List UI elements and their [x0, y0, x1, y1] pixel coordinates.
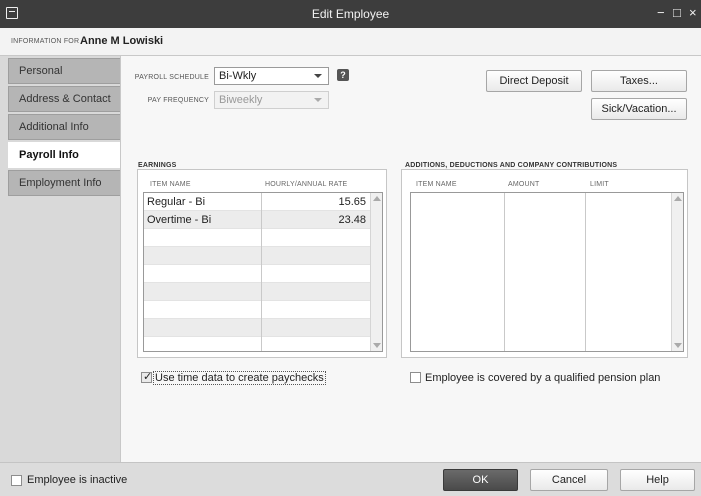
- pay-frequency-label: PAY FREQUENCY: [147, 97, 209, 104]
- sick-vacation-button[interactable]: Sick/Vacation...: [591, 98, 687, 120]
- scroll-down-icon[interactable]: [674, 343, 682, 348]
- column-divider: [504, 193, 505, 351]
- table-row[interactable]: Overtime - Bi 23.48: [144, 211, 370, 229]
- taxes-button[interactable]: Taxes...: [591, 70, 687, 92]
- pay-frequency-select: Biweekly: [214, 91, 329, 109]
- use-time-data-label[interactable]: Use time data to create paychecks: [153, 371, 326, 385]
- tab-address-contact[interactable]: Address & Contact: [8, 86, 120, 112]
- information-for-label: INFORMATION FOR: [11, 38, 80, 45]
- additions-col-item: ITEM NAME: [416, 181, 457, 188]
- earnings-title: EARNINGS: [138, 162, 177, 169]
- minimize-icon[interactable]: −: [657, 5, 665, 20]
- employee-inactive-checkbox[interactable]: [11, 475, 22, 486]
- earnings-grid: Regular - Bi 15.65 Overtime - Bi 23.48: [143, 192, 383, 352]
- use-time-data-checkbox[interactable]: [141, 370, 152, 383]
- help-button[interactable]: Help: [620, 469, 695, 491]
- tab-personal[interactable]: Personal: [8, 58, 120, 84]
- chevron-down-icon: [314, 74, 322, 78]
- earnings-item-cell[interactable]: Regular - Bi: [147, 196, 205, 208]
- table-row[interactable]: Regular - Bi 15.65: [144, 193, 370, 211]
- additions-scrollbar[interactable]: [671, 193, 683, 351]
- info-bar: INFORMATION FOR Anne M Lowiski: [0, 28, 701, 56]
- payroll-schedule-select[interactable]: Bi-Wkly: [214, 67, 329, 85]
- footer: Employee is inactive OK Cancel Help: [0, 462, 701, 496]
- table-row[interactable]: [144, 283, 370, 301]
- table-row[interactable]: [144, 301, 370, 319]
- window-title: Edit Employee: [311, 7, 390, 21]
- tab-payroll-info[interactable]: Payroll Info: [8, 142, 122, 168]
- earnings-scrollbar[interactable]: [370, 193, 382, 351]
- payroll-schedule-value: Bi-Wkly: [219, 70, 257, 82]
- ok-button[interactable]: OK: [443, 469, 518, 491]
- table-row[interactable]: [144, 229, 370, 247]
- chevron-down-icon: [314, 98, 322, 102]
- direct-deposit-button[interactable]: Direct Deposit: [486, 70, 582, 92]
- table-row[interactable]: [144, 265, 370, 283]
- pay-frequency-value: Biweekly: [219, 94, 263, 106]
- scroll-up-icon[interactable]: [373, 196, 381, 201]
- additions-col-limit: LIMIT: [590, 181, 609, 188]
- additions-grid[interactable]: [410, 192, 684, 352]
- pension-checkbox[interactable]: [410, 372, 421, 383]
- additions-panel: ITEM NAME AMOUNT LIMIT: [401, 169, 688, 358]
- title-bar: Edit Employee − □ ×: [0, 0, 701, 28]
- employee-inactive-label[interactable]: Employee is inactive: [27, 474, 127, 486]
- sidebar: Personal Address & Contact Additional In…: [0, 56, 122, 462]
- employee-name: Anne M Lowiski: [80, 35, 164, 47]
- earnings-rate-cell[interactable]: 15.65: [338, 196, 366, 208]
- earnings-col-item: ITEM NAME: [150, 181, 191, 188]
- earnings-col-rate: HOURLY/ANNUAL RATE: [265, 181, 348, 188]
- help-icon[interactable]: ?: [337, 69, 349, 81]
- cancel-button[interactable]: Cancel: [530, 469, 608, 491]
- table-row[interactable]: [144, 247, 370, 265]
- payroll-info-panel: PAYROLL SCHEDULE Bi-Wkly ? PAY FREQUENCY…: [120, 56, 701, 462]
- earnings-rate-cell[interactable]: 23.48: [338, 214, 366, 226]
- tab-employment-info[interactable]: Employment Info: [8, 170, 120, 196]
- earnings-panel: ITEM NAME HOURLY/ANNUAL RATE Regular - B…: [137, 169, 387, 358]
- additions-title: ADDITIONS, DEDUCTIONS AND COMPANY CONTRI…: [405, 162, 618, 169]
- additions-col-amount: AMOUNT: [508, 181, 540, 188]
- scroll-down-icon[interactable]: [373, 343, 381, 348]
- maximize-icon[interactable]: □: [673, 5, 681, 20]
- close-icon[interactable]: ×: [689, 5, 697, 20]
- column-divider: [261, 193, 262, 351]
- earnings-item-cell[interactable]: Overtime - Bi: [147, 214, 211, 226]
- table-row[interactable]: [144, 319, 370, 337]
- tab-additional-info[interactable]: Additional Info: [8, 114, 120, 140]
- payroll-schedule-label: PAYROLL SCHEDULE: [134, 74, 209, 81]
- pension-label[interactable]: Employee is covered by a qualified pensi…: [425, 372, 660, 384]
- column-divider: [585, 193, 586, 351]
- scroll-up-icon[interactable]: [674, 196, 682, 201]
